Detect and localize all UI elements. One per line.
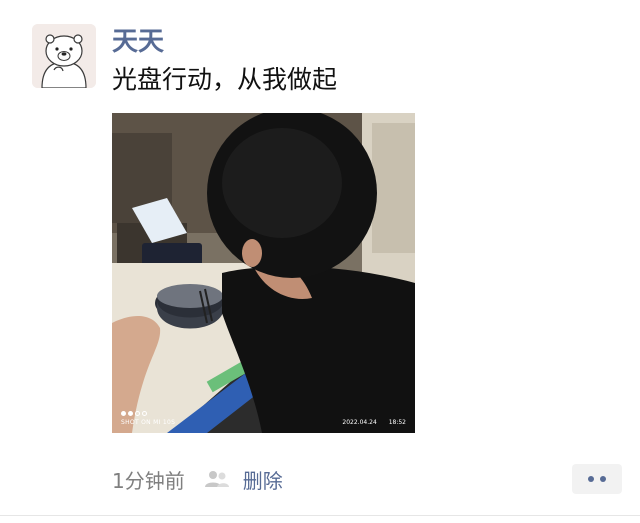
post-meta: 1分钟前 删除: [112, 464, 283, 494]
more-options-button[interactable]: [572, 464, 622, 494]
author-avatar[interactable]: [32, 24, 96, 88]
divider: [0, 515, 640, 516]
photo-watermark-text: SHOT ON MI 10S: [121, 419, 176, 426]
post-time-ago: 1分钟前: [112, 468, 185, 493]
post-photo[interactable]: SHOT ON MI 10S 2022.04.24 18:52: [112, 113, 415, 433]
photo-time: 18:52: [388, 419, 406, 426]
delete-button[interactable]: 删除: [243, 465, 283, 494]
post-text: 光盘行动，从我做起: [112, 65, 338, 94]
person-eating-from-bowl-photo-icon: [112, 113, 415, 433]
photo-date: 2022.04.24: [342, 419, 377, 426]
polar-bear-avatar-icon: [32, 24, 96, 88]
photo-watermark: SHOT ON MI 10S: [121, 411, 175, 427]
moments-post: 天天 光盘行动，从我做起 SHOT ON MI 10S 2022.04.24 1…: [0, 0, 640, 523]
photo-timestamp: 2022.04.24 18:52: [342, 419, 406, 426]
camera-dots-icon: [121, 411, 175, 419]
author-name[interactable]: 天天: [112, 24, 164, 60]
more-dots-icon: [585, 476, 609, 482]
friends-icon[interactable]: [203, 469, 231, 489]
